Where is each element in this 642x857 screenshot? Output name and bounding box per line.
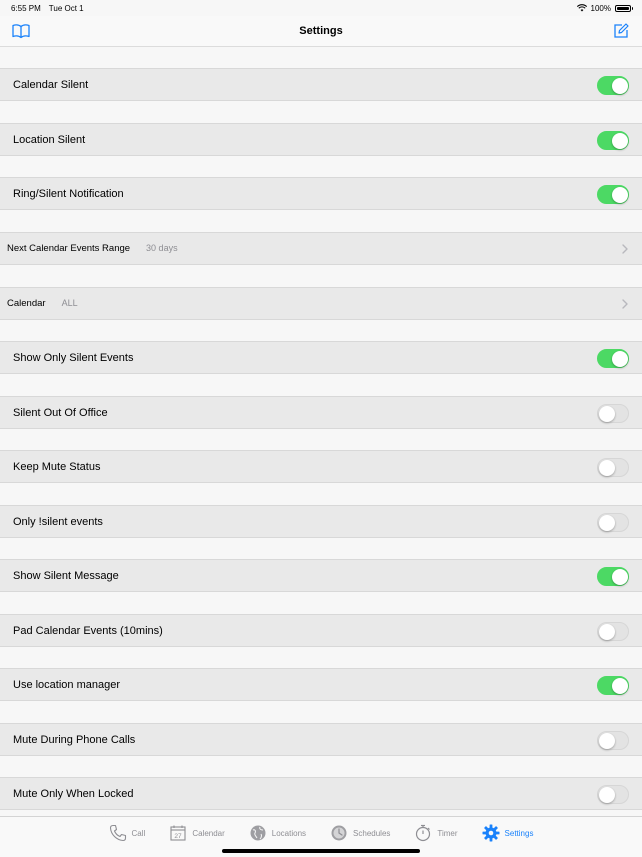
setting-label: Mute Only When Locked — [13, 787, 134, 800]
setting-row-mute-only-when-locked: Mute Only When Locked — [0, 777, 642, 810]
setting-label: Pad Calendar Events (10mins) — [13, 624, 163, 637]
phone-icon — [109, 824, 127, 842]
compose-icon[interactable] — [613, 23, 629, 39]
setting-label: Show Silent Message — [13, 569, 119, 582]
gear-icon — [482, 824, 500, 842]
setting-label: Keep Mute Status — [13, 460, 101, 473]
battery-percent: 100% — [590, 3, 611, 13]
status-time: 6:55 PM — [11, 3, 41, 13]
only-silent-events-toggle[interactable] — [597, 513, 629, 532]
setting-label: Use location manager — [13, 678, 121, 691]
show-only-silent-events-toggle[interactable] — [597, 349, 629, 368]
tab-label: Calendar — [192, 828, 225, 838]
setting-row-show-silent-message: Show Silent Message — [0, 559, 642, 592]
tab-label: Schedules — [353, 828, 391, 838]
tab-locations[interactable]: Locations — [237, 817, 318, 849]
setting-label: Mute During Phone Calls — [13, 733, 136, 746]
setting-row-keep-mute-status: Keep Mute Status — [0, 450, 642, 483]
setting-row-calendar[interactable]: Calendar ALL — [0, 287, 642, 320]
toggle-knob — [598, 514, 615, 531]
calendar-silent-toggle[interactable] — [597, 76, 629, 95]
setting-label: Calendar Silent — [13, 78, 89, 91]
setting-row-silent-out-of-office: Silent Out Of Office — [0, 396, 642, 429]
tab-label: Call — [131, 828, 146, 838]
chevron-right-icon — [622, 299, 628, 309]
book-icon[interactable] — [12, 23, 30, 39]
setting-label: Show Only Silent Events — [13, 351, 134, 364]
battery-icon — [615, 4, 633, 12]
setting-row-show-only-silent-events: Show Only Silent Events — [0, 341, 642, 374]
mute-only-when-locked-toggle[interactable] — [597, 785, 629, 804]
setting-label: Only !silent events — [13, 515, 103, 528]
toggle-knob — [612, 568, 628, 585]
calendar-icon: 27 — [169, 824, 187, 842]
toggle-knob — [612, 350, 628, 367]
setting-row-location-silent: Location Silent — [0, 123, 642, 156]
pad-calendar-events-10mins-toggle[interactable] — [597, 622, 629, 641]
stopwatch-icon — [414, 824, 432, 842]
use-location-manager-toggle[interactable] — [597, 676, 629, 695]
setting-label: Calendar — [7, 298, 46, 309]
setting-row-calendar-silent: Calendar Silent — [0, 68, 642, 101]
toggle-knob — [598, 623, 615, 640]
tab-timer[interactable]: Timer — [402, 817, 469, 849]
status-right: 100% — [576, 3, 633, 13]
setting-label: Next Calendar Events Range — [7, 243, 131, 254]
toggle-knob — [612, 186, 628, 203]
tab-settings[interactable]: Settings — [470, 817, 546, 849]
status-date: Tue Oct 1 — [48, 3, 84, 13]
tab-call[interactable]: Call — [97, 817, 158, 849]
toggle-knob — [598, 732, 615, 749]
location-silent-toggle[interactable] — [597, 131, 629, 150]
setting-row-next-calendar-events-range[interactable]: Next Calendar Events Range 30 days — [0, 232, 642, 265]
setting-row-mute-during-phone-calls: Mute During Phone Calls — [0, 723, 642, 756]
toggle-knob — [598, 786, 615, 803]
tab-schedules[interactable]: Schedules — [318, 817, 402, 849]
setting-label: Location Silent — [13, 133, 86, 146]
tab-label: Locations — [271, 828, 307, 838]
clock-icon — [330, 824, 348, 842]
calendar-day-number: 27 — [175, 833, 183, 840]
ring-silent-notification-toggle[interactable] — [597, 185, 629, 204]
settings-list: Calendar Silent Location Silent Ring/Silen… — [0, 47, 642, 816]
setting-label: Silent Out Of Office — [13, 406, 108, 419]
tab-label: Settings — [504, 828, 534, 838]
chevron-right-icon — [622, 244, 628, 254]
show-silent-message-toggle[interactable] — [597, 567, 629, 586]
toggle-knob — [598, 459, 615, 476]
setting-row-use-location-manager: Use location manager — [0, 668, 642, 701]
tab-calendar[interactable]: 27 Calendar — [157, 817, 236, 849]
mute-during-phone-calls-toggle[interactable] — [597, 731, 629, 750]
status-bar: 6:55 PM Tue Oct 1 100% — [0, 0, 642, 16]
setting-row-ring-silent-notification: Ring/Silent Notification — [0, 177, 642, 210]
setting-value: 30 days — [146, 242, 178, 253]
globe-icon — [249, 824, 267, 842]
setting-label: Ring/Silent Notification — [13, 187, 124, 200]
wifi-icon — [576, 4, 587, 12]
toggle-knob — [612, 677, 628, 694]
page-title: Settings — [299, 25, 343, 37]
tab-label: Timer — [437, 828, 458, 838]
toggle-knob — [612, 77, 628, 94]
setting-value: ALL — [61, 297, 78, 308]
toggle-knob — [598, 405, 615, 422]
silent-out-of-office-toggle[interactable] — [597, 404, 629, 423]
setting-row-pad-calendar-events-10mins: Pad Calendar Events (10mins) — [0, 614, 642, 647]
nav-bar: Settings — [0, 16, 642, 47]
setting-row-only-silent-events: Only !silent events — [0, 505, 642, 538]
keep-mute-status-toggle[interactable] — [597, 458, 629, 477]
home-indicator[interactable] — [222, 849, 420, 853]
toggle-knob — [612, 132, 628, 149]
